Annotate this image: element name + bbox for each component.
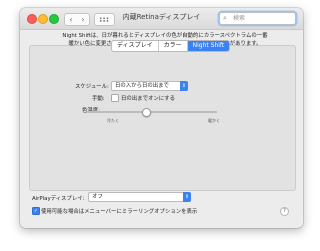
tab-color[interactable]: カラー	[159, 41, 188, 51]
manual-label: 手動:	[92, 96, 105, 102]
help-button[interactable]: ?	[280, 207, 289, 216]
checkmark-icon: ✓	[33, 208, 39, 214]
schedule-value: 日の入から日の出まで	[115, 83, 169, 89]
search-icon: ⌕	[223, 14, 227, 22]
slider-max-label: 暖かく	[208, 118, 220, 123]
color-temp-slider[interactable]	[87, 108, 217, 117]
tab-night-shift[interactable]: Night Shift	[187, 41, 230, 51]
preferences-window: ‹ › 内蔵Retinaディスプレイ ⌕ 検索 ディスプレイ カラー Night…	[20, 8, 303, 228]
slider-thumb[interactable]	[142, 108, 151, 117]
help-icon: ?	[283, 208, 286, 214]
airplay-popup[interactable]: オフ ⇕	[88, 192, 191, 202]
search-field[interactable]: ⌕ 検索	[219, 12, 296, 25]
popup-arrows-icon: ⇕	[183, 192, 191, 202]
schedule-popup[interactable]: 日の入から日の出まで ⇕	[111, 81, 188, 91]
title-bar: ‹ › 内蔵Retinaディスプレイ ⌕ 検索	[20, 8, 303, 30]
manual-checkbox[interactable]	[111, 94, 119, 102]
slider-min-label: 冷たく	[107, 118, 119, 123]
tab-bar: ディスプレイ カラー Night Shift	[111, 40, 231, 52]
tab-display[interactable]: ディスプレイ	[112, 41, 159, 51]
airplay-label: AirPlayディスプレイ:	[32, 196, 85, 202]
night-shift-panel	[29, 45, 296, 191]
popup-arrows-icon: ⇕	[180, 81, 188, 91]
airplay-value: オフ	[92, 194, 103, 200]
schedule-label: スケジュール:	[75, 84, 109, 90]
mirroring-checkbox[interactable]: ✓	[32, 207, 40, 215]
manual-checkbox-label: 日の出までオンにする	[121, 96, 175, 102]
mirroring-checkbox-label: 使用可能な場合はメニューバーにミラーリングオプションを表示	[41, 209, 198, 215]
search-input[interactable]: 検索	[233, 14, 245, 23]
